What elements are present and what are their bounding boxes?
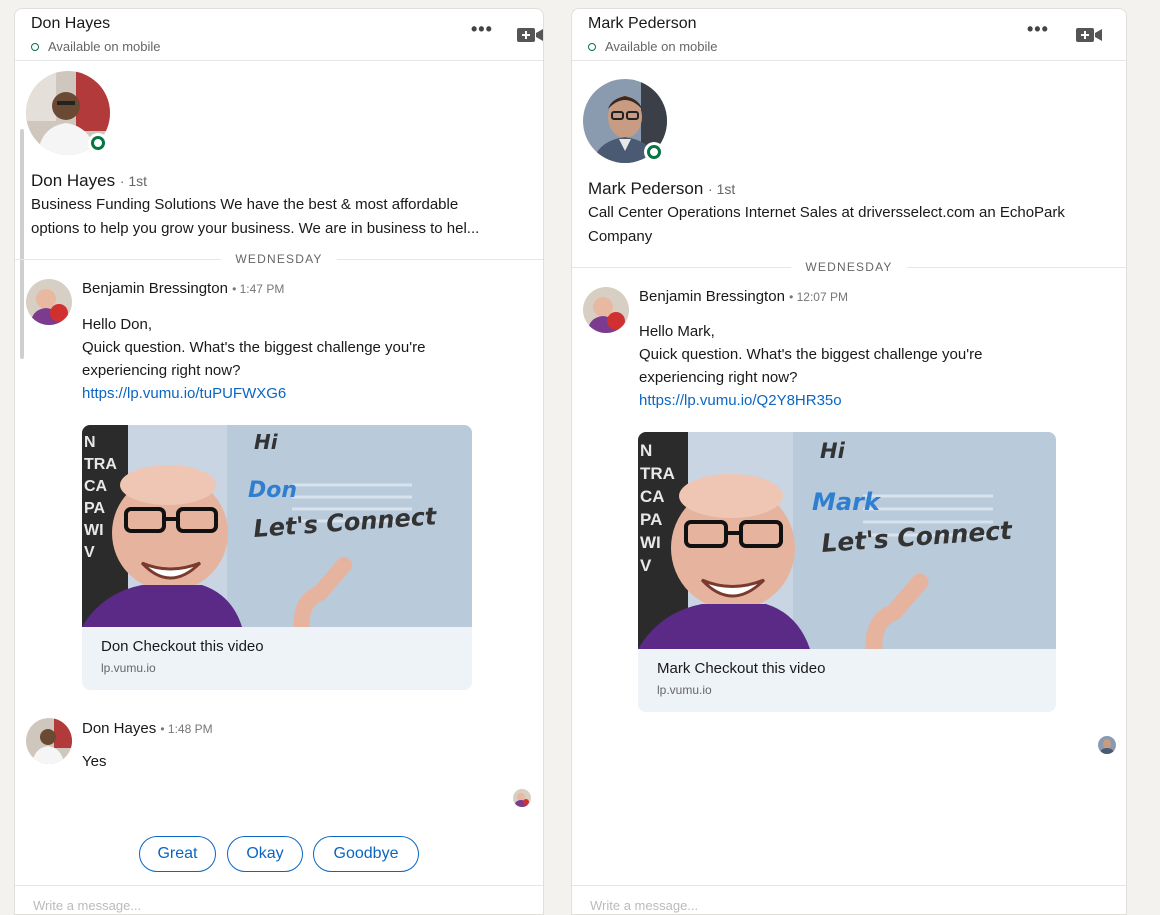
headline-line: options to help you grow your business. … xyxy=(31,220,480,237)
online-indicator-icon xyxy=(644,142,664,162)
headline-line: Company xyxy=(588,228,653,245)
svg-text:TRA: TRA xyxy=(640,464,675,483)
sender-avatar[interactable] xyxy=(26,279,72,325)
svg-text:CA: CA xyxy=(84,478,108,495)
message-composer[interactable]: Write a message... xyxy=(15,885,543,914)
video-link-card[interactable]: N TRA CA PA WI V Hi Mark Let's Connect Mark C… xyxy=(638,432,1056,712)
connection-degree: · 1st xyxy=(119,173,148,189)
sender-avatar[interactable] xyxy=(26,718,72,764)
header-name[interactable]: Don Hayes xyxy=(31,15,543,33)
message-sender[interactable]: Benjamin Bressington • 12:07 PM xyxy=(639,288,848,305)
profile-name-text[interactable]: Don Hayes xyxy=(31,171,115,190)
headline-line: Business Funding Solutions We have the b… xyxy=(31,196,459,213)
svg-text:N: N xyxy=(640,441,652,460)
profile-headline: Call Center Operations Internet Sales at… xyxy=(588,201,1118,249)
video-thumbnail[interactable]: NTRACAPAWIV Hi Mark Let's Connect xyxy=(638,432,1056,649)
presence-status: Available on mobile xyxy=(31,39,543,54)
conversation-header[interactable]: Mark Pederson Available on mobile ••• xyxy=(572,9,1126,61)
message-sender-name[interactable]: Benjamin Bressington xyxy=(82,280,228,297)
svg-text:WI: WI xyxy=(640,533,661,552)
conversation-header[interactable]: Don Hayes Available on mobile ••• xyxy=(15,9,543,61)
message-body: Yes xyxy=(82,753,107,770)
message-line: Quick question. What's the biggest chall… xyxy=(82,339,426,356)
video-link-card[interactable]: N TRA CA PA WI V Hi Don Let's Connect Don Che… xyxy=(82,425,472,690)
presence-dot-icon xyxy=(588,42,596,51)
message-body: Hello Don, Quick question. What's the bi… xyxy=(82,313,522,405)
conversation-panel-mark: Mark Pederson Available on mobile ••• Ma… xyxy=(571,8,1127,915)
message-line: Hello Mark, xyxy=(639,323,715,340)
day-divider-label: WEDNESDAY xyxy=(805,260,893,274)
read-receipt-avatar xyxy=(513,789,531,807)
card-domain: lp.vumu.io xyxy=(101,661,156,675)
svg-text:TRA: TRA xyxy=(84,456,117,473)
svg-text:N: N xyxy=(84,434,96,451)
scrollbar[interactable] xyxy=(20,129,24,359)
thumbnail-name-text: Don xyxy=(248,478,297,503)
quick-reply-goodbye[interactable]: Goodbye xyxy=(313,836,419,872)
day-divider: WEDNESDAY xyxy=(15,252,543,266)
day-divider-label: WEDNESDAY xyxy=(235,252,323,266)
message-sender-name[interactable]: Don Hayes xyxy=(82,720,156,737)
message-sender[interactable]: Don Hayes • 1:48 PM xyxy=(82,720,213,737)
more-icon[interactable]: ••• xyxy=(471,19,493,40)
connection-degree: · 1st xyxy=(708,181,736,197)
message-time: • 12:07 PM xyxy=(789,290,848,304)
message-sender[interactable]: Benjamin Bressington • 1:47 PM xyxy=(82,280,284,297)
message-time: • 1:48 PM xyxy=(160,722,213,736)
online-indicator-icon xyxy=(88,133,108,153)
presence-status: Available on mobile xyxy=(588,39,1126,54)
message-line: experiencing right now? xyxy=(82,362,241,379)
thumbnail-hi-text: Hi xyxy=(254,430,279,454)
card-title[interactable]: Mark Checkout this video xyxy=(638,649,1056,677)
svg-text:WI: WI xyxy=(84,522,104,539)
presence-dot-icon xyxy=(31,42,39,51)
message-line: experiencing right now? xyxy=(639,369,798,386)
profile-name[interactable]: Mark Pederson · 1st xyxy=(588,179,735,199)
more-icon[interactable]: ••• xyxy=(1027,19,1049,40)
message-line: Hello Don, xyxy=(82,316,153,333)
message-line: Quick question. What's the biggest chall… xyxy=(639,346,983,363)
thumbnail-name-text: Mark xyxy=(812,488,882,516)
card-title[interactable]: Don Checkout this video xyxy=(82,627,472,655)
profile-headline: Business Funding Solutions We have the b… xyxy=(31,193,536,241)
profile-name[interactable]: Don Hayes · 1st xyxy=(31,171,147,191)
svg-text:PA: PA xyxy=(640,510,662,529)
message-link[interactable]: https://lp.vumu.io/tuPUFWXG6 xyxy=(82,382,522,405)
card-domain: lp.vumu.io xyxy=(657,683,712,697)
video-call-icon[interactable] xyxy=(517,27,543,48)
presence-label: Available on mobile xyxy=(605,39,718,54)
conversation-panel-don: Don Hayes Available on mobile ••• Don Ha… xyxy=(14,8,544,915)
svg-text:V: V xyxy=(640,556,652,575)
headline-line: Call Center Operations Internet Sales at… xyxy=(588,204,1065,221)
day-divider: WEDNESDAY xyxy=(572,260,1126,274)
svg-text:CA: CA xyxy=(640,487,665,506)
sender-avatar[interactable] xyxy=(583,287,629,333)
message-time: • 1:47 PM xyxy=(232,282,285,296)
quick-reply-great[interactable]: Great xyxy=(139,836,216,872)
presence-label: Available on mobile xyxy=(48,39,161,54)
svg-text:V: V xyxy=(84,544,95,561)
video-thumbnail[interactable]: NTRACAPAWIV Hi Don Let's Connect xyxy=(82,425,472,627)
profile-name-text[interactable]: Mark Pederson xyxy=(588,179,703,198)
message-body: Hello Mark, Quick question. What's the b… xyxy=(639,320,1099,412)
message-link[interactable]: https://lp.vumu.io/Q2Y8HR35o xyxy=(639,389,1099,412)
message-composer[interactable]: Write a message... xyxy=(572,885,1126,914)
video-call-icon[interactable] xyxy=(1076,27,1102,48)
message-sender-name[interactable]: Benjamin Bressington xyxy=(639,288,785,305)
read-receipt-avatar xyxy=(1098,736,1116,754)
svg-text:PA: PA xyxy=(84,500,105,517)
thumbnail-hi-text: Hi xyxy=(820,439,846,463)
quick-reply-okay[interactable]: Okay xyxy=(227,836,303,872)
